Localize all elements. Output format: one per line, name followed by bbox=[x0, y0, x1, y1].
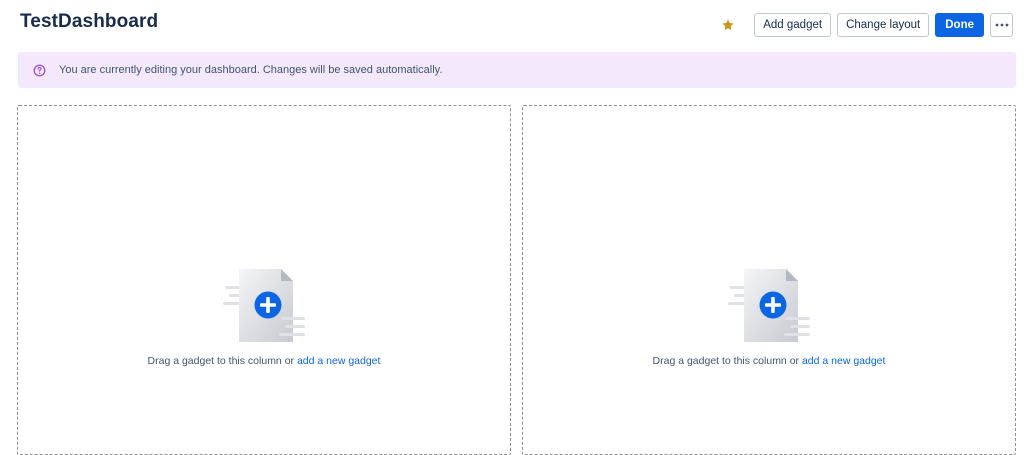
add-new-gadget-link[interactable]: add a new gadget bbox=[297, 355, 381, 367]
more-actions-button[interactable] bbox=[990, 13, 1013, 37]
page-title: TestDashboard bbox=[20, 11, 159, 32]
add-gadget-button[interactable]: Add gadget bbox=[754, 13, 832, 37]
add-gadget-illustration bbox=[223, 269, 305, 342]
star-button[interactable] bbox=[716, 13, 740, 37]
done-button[interactable]: Done bbox=[935, 13, 984, 37]
editing-banner: You are currently editing your dashboard… bbox=[18, 52, 1016, 88]
empty-column-text: Drag a gadget to this column or bbox=[652, 355, 800, 367]
dashboard-column-1[interactable]: Drag a gadget to this column or add a ne… bbox=[17, 105, 511, 455]
banner-message: You are currently editing your dashboard… bbox=[59, 64, 443, 76]
header-actions: Add gadget Change layout Done bbox=[716, 13, 1013, 37]
question-circle-icon bbox=[32, 63, 46, 77]
dashboard-header: TestDashboard Add gadget Change layout D… bbox=[0, 0, 1024, 48]
add-gadget-illustration bbox=[728, 269, 810, 342]
empty-column-message: Drag a gadget to this column or add a ne… bbox=[18, 355, 510, 367]
empty-column-text: Drag a gadget to this column or bbox=[147, 355, 295, 367]
empty-column-message: Drag a gadget to this column or add a ne… bbox=[523, 355, 1015, 367]
change-layout-button[interactable]: Change layout bbox=[837, 13, 930, 37]
more-horizontal-icon bbox=[995, 23, 1008, 27]
dashboard-column-2[interactable]: Drag a gadget to this column or add a ne… bbox=[522, 105, 1016, 455]
add-new-gadget-link[interactable]: add a new gadget bbox=[802, 355, 886, 367]
star-icon bbox=[722, 19, 734, 31]
